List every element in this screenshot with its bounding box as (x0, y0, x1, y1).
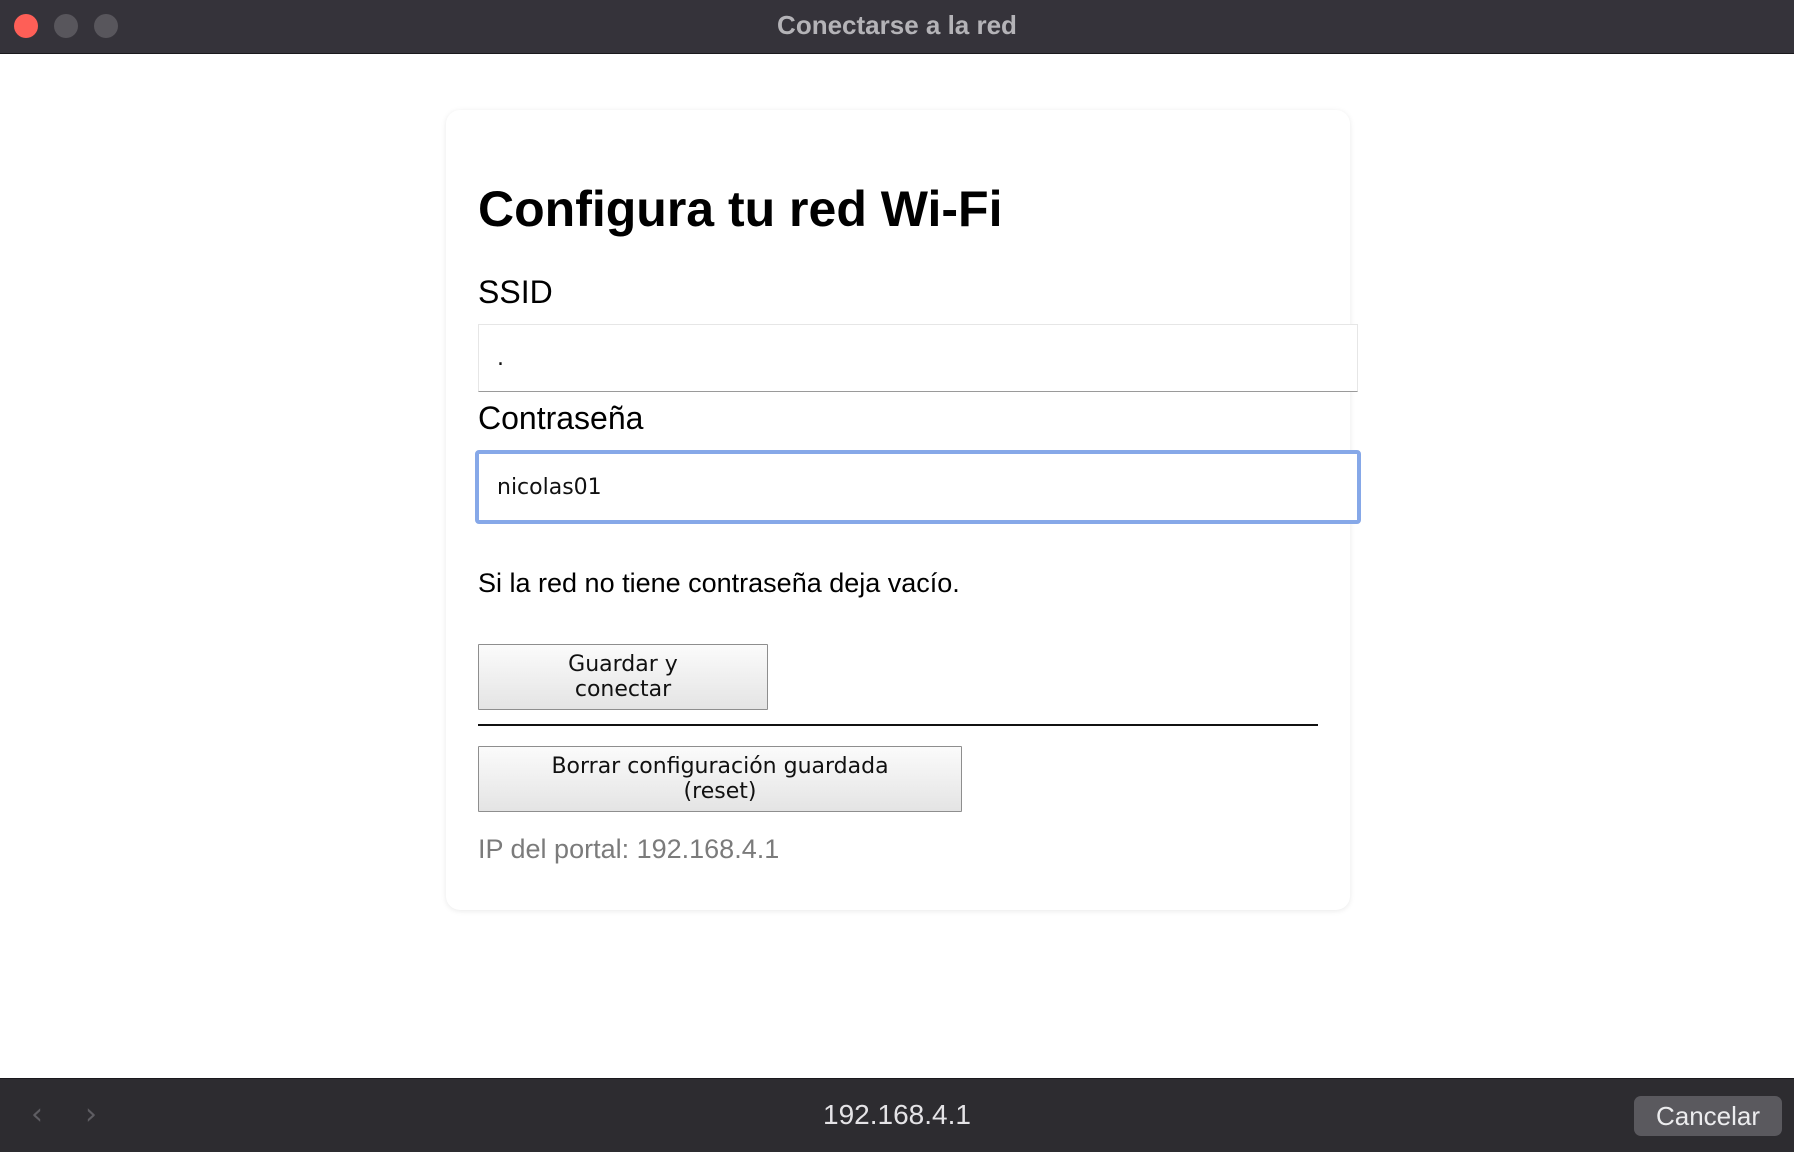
url-display: 192.168.4.1 (823, 1099, 971, 1130)
bottom-toolbar: ‹ › 192.168.4.1 Cancelar (0, 1078, 1794, 1152)
reset-config-button[interactable]: Borrar configuración guardada (reset) (478, 746, 962, 812)
portal-content: Configura tu red Wi-Fi SSID Contraseña S… (0, 54, 1794, 1078)
portal-ip-text: IP del portal: 192.168.4.1 (478, 834, 780, 864)
ssid-input[interactable] (478, 324, 1358, 392)
window-title: Conectarse a la red (777, 10, 1017, 40)
wifi-config-card: Configura tu red Wi-Fi SSID Contraseña S… (446, 110, 1361, 910)
ssid-label: SSID (478, 274, 553, 310)
page-title: Configura tu red Wi-Fi (478, 181, 1003, 237)
divider (478, 724, 1318, 726)
password-label: Contraseña (478, 400, 644, 436)
save-connect-button[interactable]: Guardar y conectar (478, 644, 768, 710)
password-input[interactable] (475, 450, 1361, 524)
title-bar: Conectarse a la red (0, 0, 1794, 54)
cancel-button[interactable]: Cancelar (1634, 1096, 1782, 1136)
password-hint: Si la red no tiene contraseña deja vacío… (478, 568, 960, 598)
